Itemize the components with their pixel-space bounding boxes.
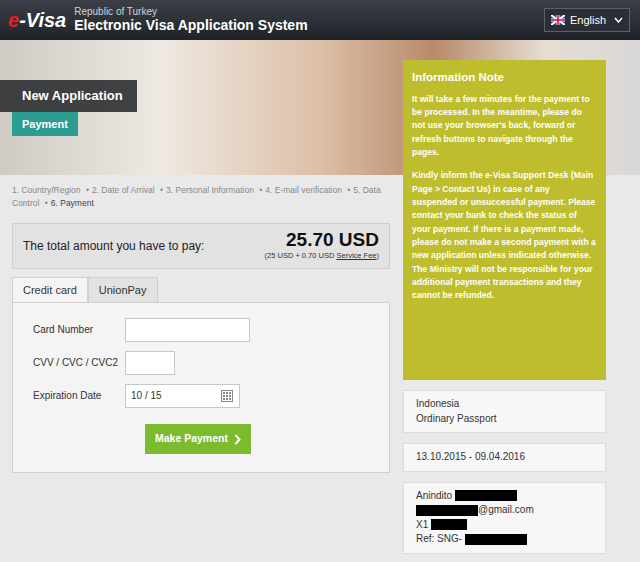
summary-line: Anindito [416,489,593,504]
logo-e: e [8,9,19,31]
evisa-logo[interactable]: e-Visa [8,10,66,30]
step-separator: • [347,185,350,195]
amount-right: 25.70 USD(25 USD + 0.70 USD Service Fee) [265,230,379,262]
payment-form: Card Number CVV / CVC / CVC2 Expiration Da… [12,302,390,473]
chevron-down-icon [614,17,623,23]
summary-text: X1 [416,519,428,530]
field-label: CVV / CVC / CVC2 [33,355,125,370]
step-item: 4. E-mail verification [265,185,342,195]
summary-line: @gmail.com [416,503,593,518]
date-field[interactable] [125,384,240,408]
redaction-box [455,490,517,501]
language-select[interactable]: English [544,8,630,32]
summary-box: Indonesia Ordinary Passport [403,390,606,433]
make-payment-button[interactable]: Make Payment [145,424,251,454]
button-label: Make Payment [155,431,228,447]
left-column: 1. Country/Region •2. Date of Arrival •3… [12,175,390,554]
redaction-box [431,519,467,530]
right-column: Information Note It will take a few minut… [403,60,606,554]
breakdown-end: ) [377,251,380,260]
form-row: Expiration Date [33,379,369,412]
step-separator: • [160,185,163,195]
steps-breadcrumb: 1. Country/Region •2. Date of Arrival •3… [12,175,390,210]
payment-tab[interactable]: UnionPay [88,277,158,303]
amount-breakdown: (25 USD + 0.70 USD Service Fee) [265,250,379,261]
summary-line: 13.10.2015 - 09.04.2016 [416,450,593,465]
flag-icon [551,15,565,25]
field-label: Card Number [33,322,125,337]
note-paragraph: It will take a few minutes for the payme… [412,93,597,160]
system-name: Electronic Visa Application System [74,17,307,33]
amount-label: The total amount you have to pay: [23,237,204,255]
step-separator: • [259,185,262,195]
redaction-box [416,505,478,516]
redaction-box [465,534,527,545]
payment-tab[interactable]: Credit card [12,277,88,303]
summary-line: Ordinary Passport [416,412,593,427]
field-input[interactable] [126,385,221,407]
field-label: Expiration Date [33,388,125,403]
summary-text: 13.10.2015 - 09.04.2016 [416,451,525,462]
summary-line: Ref: SNG- [416,532,593,547]
field-input[interactable] [125,351,175,375]
form-row: CVV / CVC / CVC2 [33,346,369,379]
payment-tabs: Credit cardUnionPay [12,277,390,303]
note-paragraph: Kindly inform the e-Visa Support Desk (M… [412,169,597,302]
step-item: 3. Personal Information [166,185,254,195]
page-subtitle: Payment [12,112,78,137]
top-header: e-Visa Republic of TurkeyElectronic Visa … [0,0,640,40]
breakdown-text: (25 USD + 0.70 USD [265,251,335,260]
brand-text: Republic of TurkeyElectronic Visa Applic… [74,6,307,33]
calendar-icon [221,390,233,402]
amount-value: 25.70 USD [265,230,379,251]
step-item: 6. Payment [51,198,94,208]
amount-box: The total amount you have to pay: 25.70 U… [12,223,390,269]
step-item: 1. Country/Region [12,185,81,195]
brand: e-Visa Republic of TurkeyElectronic Visa … [8,6,308,33]
summary-text: Ref: SNG- [416,533,462,544]
summary-text: Ordinary Passport [416,413,497,424]
logo-rest: -Visa [19,9,66,31]
country-name: Republic of Turkey [74,6,307,17]
summary-box: 13.10.2015 - 09.04.2016 [403,443,606,472]
page-title: New Application [0,80,137,112]
main-content: 1. Country/Region •2. Date of Arrival •3… [0,175,640,554]
note-title: Information Note [412,69,597,87]
step-item: 2. Date of Arrival [92,185,155,195]
summary-line: X1 [416,518,593,533]
service-fee-link[interactable]: Service Fee [336,251,376,260]
step-separator: • [45,198,48,208]
summary-line: Indonesia [416,397,593,412]
summary-box: Anindito @gmail.com X1 Ref: SNG- [403,482,606,554]
step-separator: • [86,185,89,195]
form-row: Card Number [33,313,369,346]
summary-text: Anindito [416,490,452,501]
field-input[interactable] [125,318,250,342]
language-label: English [570,12,609,29]
summary-text: @gmail.com [478,504,534,515]
information-note: Information Note It will take a few minut… [403,60,606,380]
summary-text: Indonesia [416,398,459,409]
chevron-right-icon [234,434,241,445]
